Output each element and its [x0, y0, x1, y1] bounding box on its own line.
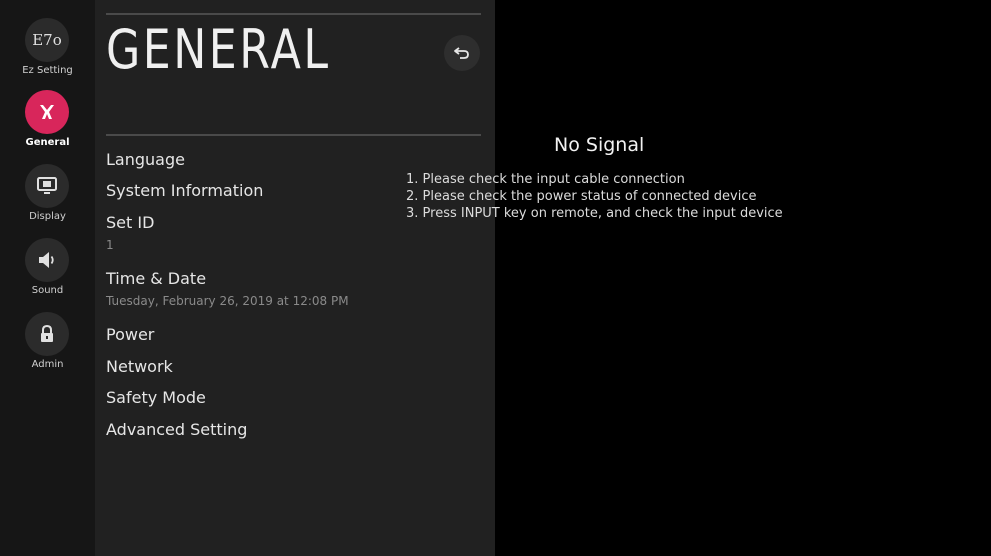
general-icon	[25, 90, 69, 134]
no-signal-line: 3. Press INPUT key on remote, and check …	[406, 206, 783, 221]
menu-item-time-date[interactable]: Time & Date Tuesday, February 26, 2019 a…	[106, 269, 476, 309]
rail-label-ez-setting: Ez Setting	[22, 65, 73, 76]
ez-setting-icon: E7o	[25, 18, 69, 62]
menu-item-network[interactable]: Network	[106, 357, 476, 377]
no-signal-title: No Signal	[554, 134, 645, 156]
no-signal-line: 1. Please check the input cable connecti…	[406, 172, 685, 187]
top-divider	[106, 13, 481, 15]
title-divider	[106, 134, 481, 136]
back-button[interactable]	[444, 35, 480, 71]
menu-item-label: Language	[106, 150, 185, 169]
rail-label-display: Display	[29, 211, 66, 222]
rail-item-display[interactable]: Display	[0, 164, 95, 236]
rail-item-general[interactable]: General	[0, 90, 95, 162]
page-title: GENERAL	[106, 18, 331, 81]
no-signal-instructions: 1. Please check the input cable connecti…	[406, 171, 783, 222]
no-signal-line: 2. Please check the power status of conn…	[406, 189, 757, 204]
general-settings-panel: GENERAL Language System Information Set …	[95, 0, 495, 556]
rail-item-admin[interactable]: Admin	[0, 312, 95, 384]
time-date-value: Tuesday, February 26, 2019 at 12:08 PM	[106, 294, 349, 308]
screen: E7o Ez Setting General Display Sound Adm…	[0, 0, 991, 556]
rail-label-admin: Admin	[31, 359, 64, 370]
rail-item-ez-setting[interactable]: E7o Ez Setting	[0, 18, 95, 90]
rail-label-sound: Sound	[31, 285, 64, 296]
set-id-value: 1	[106, 238, 114, 252]
rail-label-general: General	[25, 137, 70, 148]
menu-item-label: Advanced Setting	[106, 420, 248, 439]
sound-icon	[25, 238, 69, 282]
menu-item-language[interactable]: Language	[106, 150, 476, 170]
menu-item-advanced-setting[interactable]: Advanced Setting	[106, 420, 476, 440]
menu-item-safety-mode[interactable]: Safety Mode	[106, 388, 476, 408]
menu-item-label: Network	[106, 357, 173, 376]
back-arrow-icon	[454, 47, 469, 59]
display-icon	[25, 164, 69, 208]
ez-setting-icon-text: E7o	[32, 31, 62, 49]
menu-item-label: Safety Mode	[106, 388, 206, 407]
menu-item-label: Power	[106, 325, 155, 344]
menu-item-label: Time & Date	[106, 269, 207, 288]
rail-item-sound[interactable]: Sound	[0, 238, 95, 310]
lock-icon	[25, 312, 69, 356]
settings-category-rail: E7o Ez Setting General Display Sound Adm…	[0, 0, 95, 556]
menu-item-power[interactable]: Power	[106, 325, 476, 345]
